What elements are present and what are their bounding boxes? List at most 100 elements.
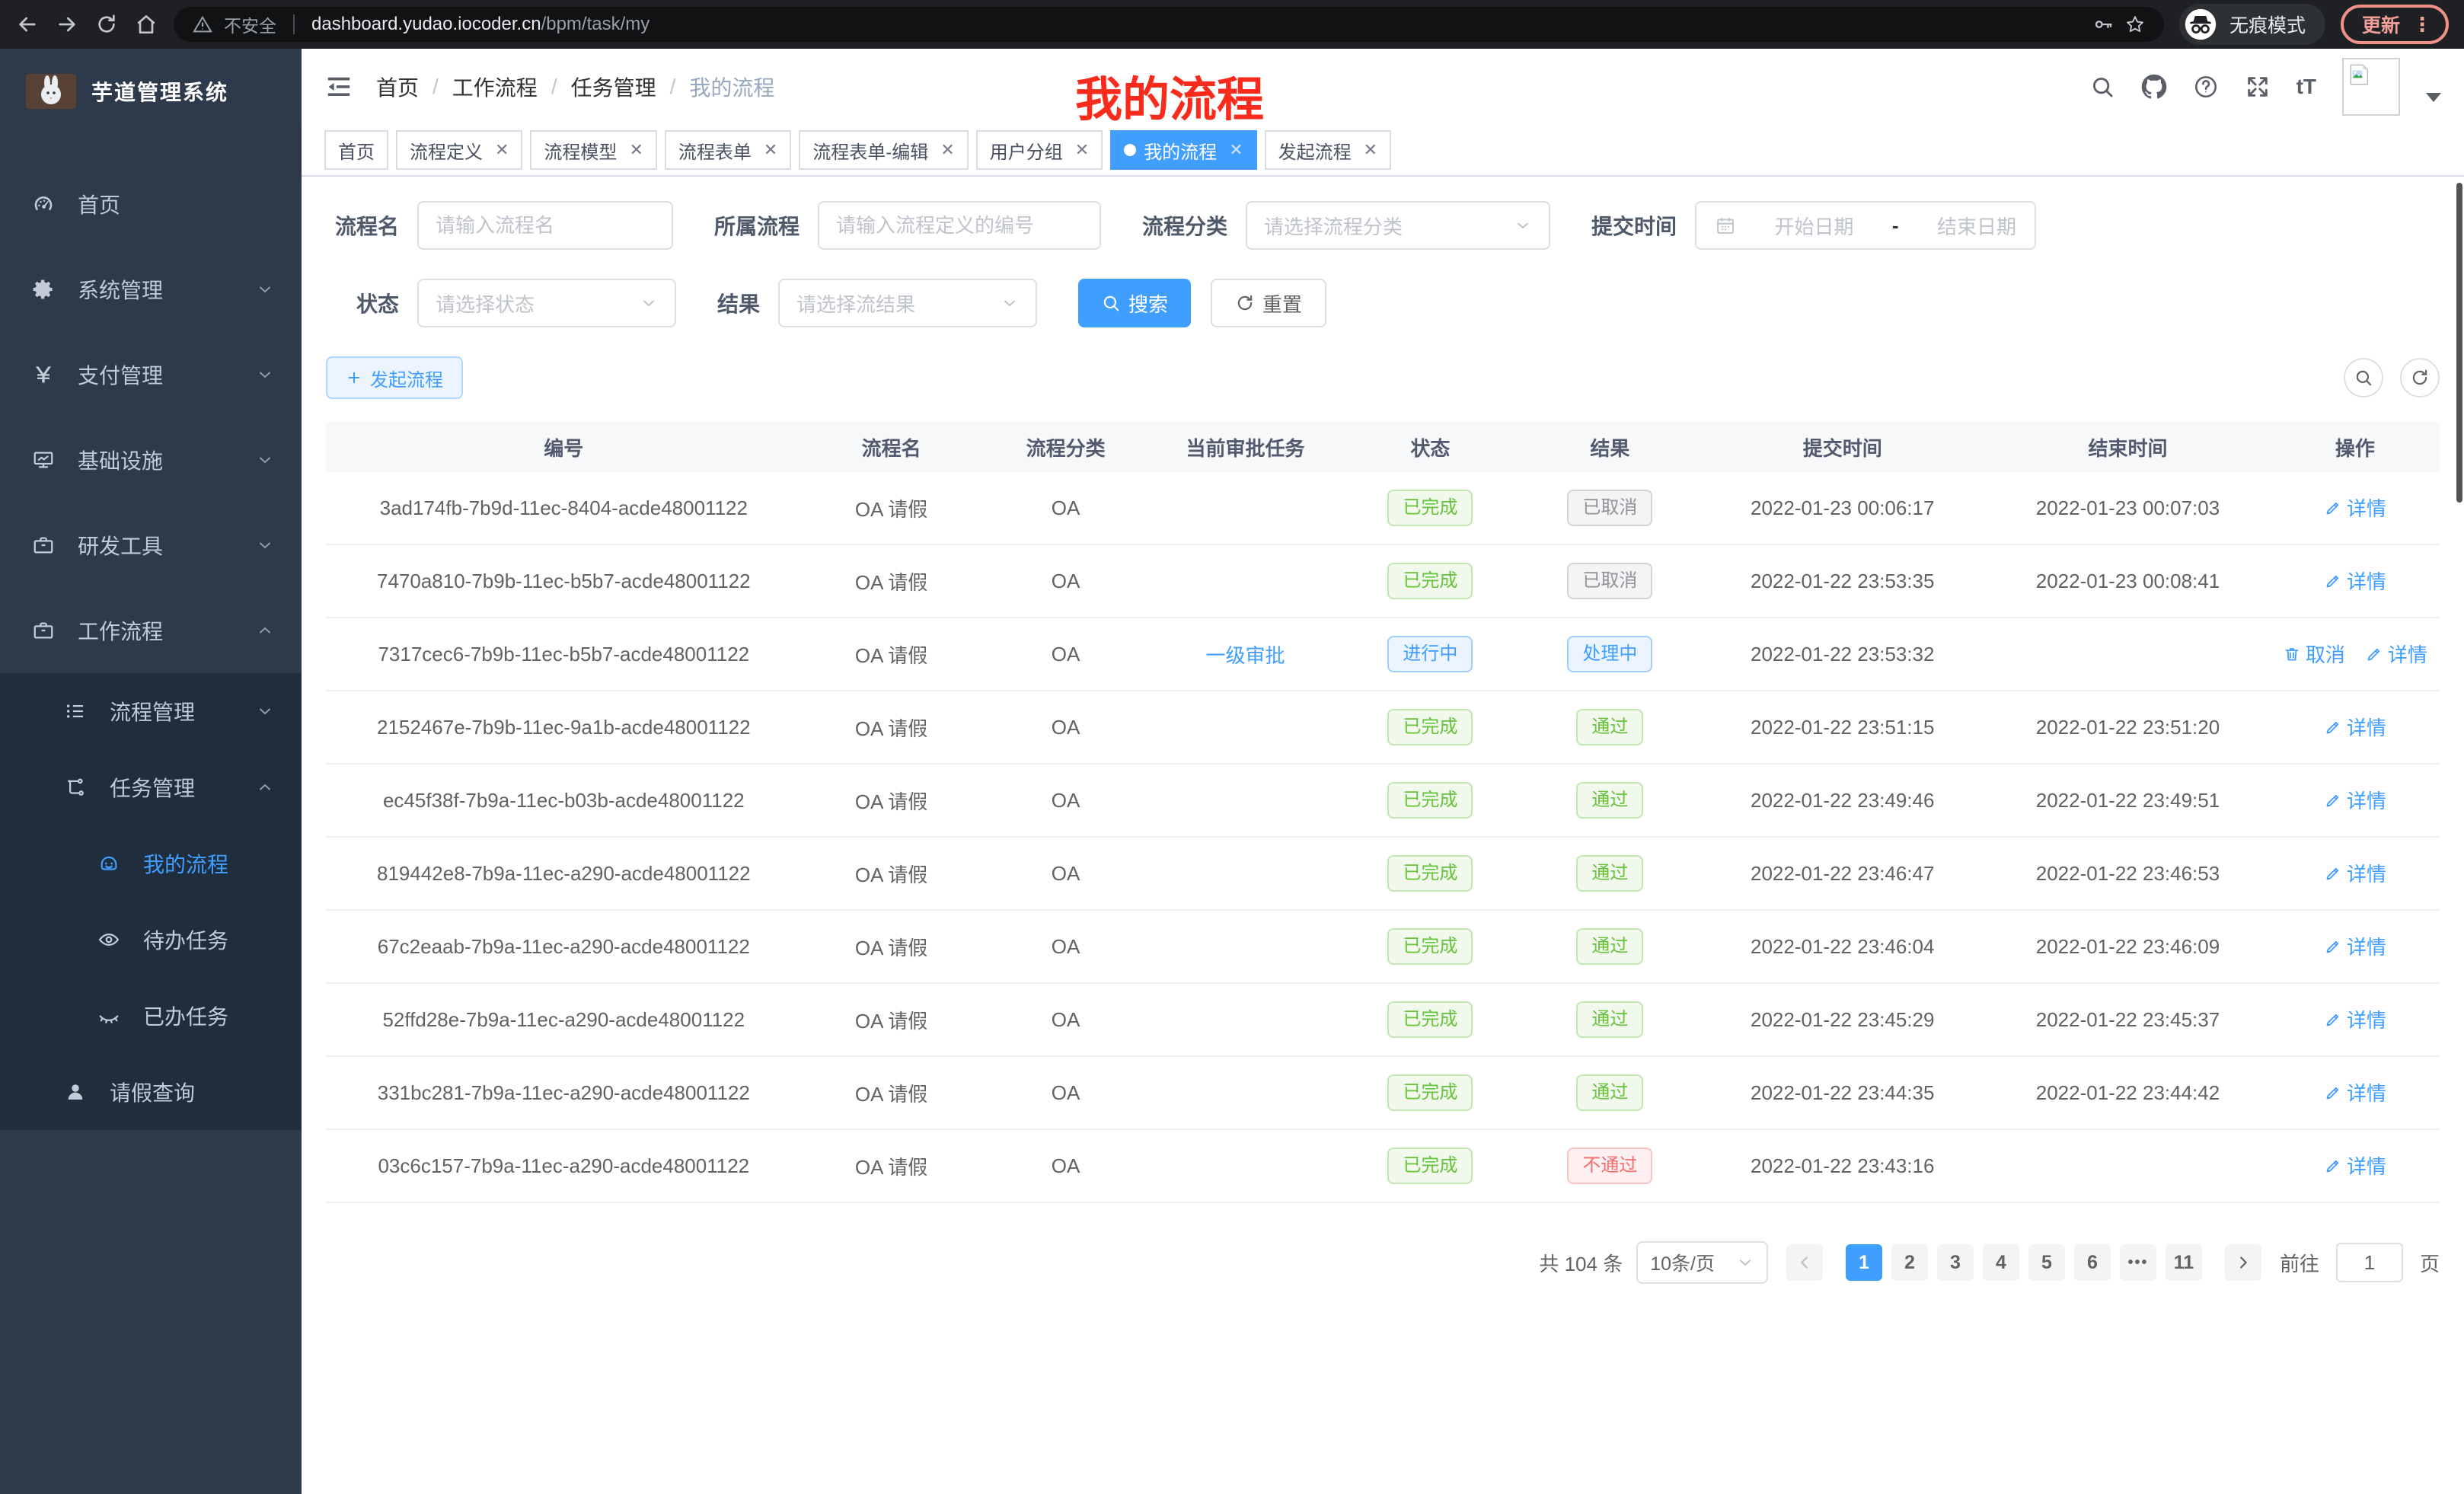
detail-action[interactable]: 详情 — [2324, 1078, 2386, 1106]
status-tag: 已完成 — [1387, 1074, 1473, 1111]
page-button-4[interactable]: 4 — [1983, 1244, 2019, 1281]
sidebar-item-todo-task[interactable]: 待办任务 — [0, 902, 302, 978]
chevron-down-icon — [640, 294, 658, 312]
breadcrumb-item[interactable]: 工作流程 — [452, 72, 538, 102]
page-scrollbar[interactable] — [2455, 49, 2464, 1494]
next-page-button[interactable] — [2225, 1244, 2261, 1281]
process-category: OA — [981, 789, 1151, 812]
detail-action[interactable]: 详情 — [2324, 1151, 2386, 1180]
sidebar-item-process-mgmt[interactable]: 流程管理 — [0, 673, 302, 749]
github-icon[interactable] — [2141, 74, 2167, 100]
tab-process-form-edit[interactable]: 流程表单-编辑✕ — [799, 130, 968, 170]
detail-action[interactable]: 详情 — [2324, 713, 2386, 741]
security-warning-icon — [192, 14, 213, 35]
sidebar-item-payment[interactable]: 支付管理 — [0, 332, 302, 417]
app-logo[interactable]: 芋道管理系统 — [0, 49, 302, 134]
sidebar-item-my-process[interactable]: 我的流程 — [0, 825, 302, 902]
tab-close-icon[interactable]: ✕ — [1229, 140, 1243, 160]
category-select[interactable]: 请选择流程分类 — [1246, 201, 1550, 250]
tab-close-icon[interactable]: ✕ — [495, 140, 509, 160]
browser-address-bar[interactable]: 不安全 dashboard.yudao.iocoder.cn/bpm/task/… — [174, 7, 2164, 42]
page-button-11[interactable]: 11 — [2166, 1244, 2202, 1281]
avatar-caret-icon[interactable] — [2426, 93, 2441, 102]
sidebar-item-home[interactable]: 首页 — [0, 161, 302, 247]
tab-close-icon[interactable]: ✕ — [764, 140, 777, 160]
sidebar-item-dev-tools[interactable]: 研发工具 — [0, 503, 302, 588]
tab-my-process[interactable]: 我的流程✕ — [1110, 130, 1256, 170]
sidebar-item-done-task[interactable]: 已办任务 — [0, 978, 302, 1054]
browser-reload-icon[interactable] — [94, 12, 119, 37]
search-button[interactable]: 搜索 — [1078, 279, 1191, 327]
tab-user-group[interactable]: 用户分组✕ — [976, 130, 1103, 170]
reset-button[interactable]: 重置 — [1211, 279, 1326, 327]
browser-update-button[interactable]: 更新 ⋮ — [2341, 5, 2449, 44]
font-size-icon[interactable]: tT — [2296, 74, 2316, 100]
tab-process-definition[interactable]: 流程定义✕ — [396, 130, 522, 170]
result-select[interactable]: 请选择流结果 — [778, 279, 1037, 327]
tab-close-icon[interactable]: ✕ — [629, 140, 643, 160]
browser-menu-icon[interactable]: ⋮ — [2412, 13, 2432, 37]
page-button-5[interactable]: 5 — [2028, 1244, 2065, 1281]
status-select[interactable]: 请选择状态 — [417, 279, 676, 327]
sidebar-item-workflow[interactable]: 工作流程 — [0, 588, 302, 673]
process-category: OA — [981, 643, 1151, 666]
detail-action[interactable]: 详情 — [2324, 932, 2386, 960]
tab-process-model[interactable]: 流程模型✕ — [530, 130, 656, 170]
result-tag: 通过 — [1576, 1001, 1643, 1038]
table-row: 7470a810-7b9b-11ec-b5b7-acde48001122OA 请… — [326, 545, 2440, 618]
fullscreen-icon[interactable] — [2245, 74, 2271, 100]
detail-action[interactable]: 详情 — [2365, 640, 2427, 668]
goto-page-input[interactable] — [2336, 1243, 2403, 1282]
current-task-link[interactable]: 一级审批 — [1206, 640, 1285, 669]
sidebar-item-infrastructure[interactable]: 基础设施 — [0, 417, 302, 503]
page-button-6[interactable]: 6 — [2074, 1244, 2111, 1281]
browser-back-icon[interactable] — [15, 12, 40, 37]
submit-time-range[interactable]: 开始日期-结束日期 — [1695, 201, 2036, 250]
tab-close-icon[interactable]: ✕ — [1075, 140, 1089, 160]
password-key-icon[interactable] — [2092, 14, 2114, 35]
tab-close-icon[interactable]: ✕ — [940, 140, 954, 160]
tab-home[interactable]: 首页 — [324, 130, 388, 170]
browser-home-icon[interactable] — [134, 12, 158, 37]
status-tag: 已完成 — [1387, 855, 1473, 892]
avatar[interactable] — [2342, 58, 2400, 116]
create-process-button[interactable]: 发起流程 — [326, 356, 463, 399]
help-icon[interactable] — [2193, 74, 2219, 100]
process-category: OA — [981, 496, 1151, 520]
end-time: 2022-01-22 23:45:37 — [1985, 1008, 2271, 1032]
sidebar-item-task-mgmt[interactable]: 任务管理 — [0, 749, 302, 825]
browser-forward-icon[interactable] — [55, 12, 79, 37]
tab-process-form[interactable]: 流程表单✕ — [665, 130, 791, 170]
page-button-1[interactable]: 1 — [1846, 1244, 1882, 1281]
page-more-button[interactable]: ••• — [2120, 1244, 2156, 1281]
process-definition-input[interactable] — [818, 201, 1101, 250]
goto-label: 前往 — [2280, 1249, 2319, 1277]
table-search-toggle-button[interactable] — [2344, 358, 2383, 397]
breadcrumb-item[interactable]: 首页 — [376, 72, 419, 102]
breadcrumb-item[interactable]: 任务管理 — [571, 72, 656, 102]
detail-action[interactable]: 详情 — [2324, 859, 2386, 887]
sidebar-item-system[interactable]: 系统管理 — [0, 247, 302, 332]
column-header: 结果 — [1520, 433, 1700, 461]
detail-action[interactable]: 详情 — [2324, 1005, 2386, 1033]
briefcase-icon — [32, 534, 55, 557]
refresh-icon — [1235, 293, 1255, 313]
detail-action[interactable]: 详情 — [2324, 567, 2386, 595]
scrollbar-thumb[interactable] — [2456, 183, 2462, 503]
detail-action[interactable]: 详情 — [2324, 493, 2386, 522]
page-button-3[interactable]: 3 — [1937, 1244, 1974, 1281]
update-label: 更新 — [2362, 11, 2400, 38]
bookmark-star-icon[interactable] — [2124, 14, 2146, 35]
sidebar-fold-icon[interactable] — [324, 72, 353, 101]
process-name-input[interactable] — [417, 201, 673, 250]
header-search-icon[interactable] — [2089, 74, 2115, 100]
tab-close-icon[interactable]: ✕ — [1364, 140, 1377, 160]
detail-action[interactable]: 详情 — [2324, 786, 2386, 814]
prev-page-button[interactable] — [1786, 1244, 1823, 1281]
page-size-select[interactable]: 10条/页 — [1636, 1241, 1768, 1284]
tab-start-process[interactable]: 发起流程✕ — [1265, 130, 1391, 170]
page-button-2[interactable]: 2 — [1891, 1244, 1928, 1281]
sidebar-item-leave-query[interactable]: 请假查询 — [0, 1054, 302, 1130]
cancel-action[interactable]: 取消 — [2283, 640, 2345, 668]
table-refresh-button[interactable] — [2400, 358, 2440, 397]
